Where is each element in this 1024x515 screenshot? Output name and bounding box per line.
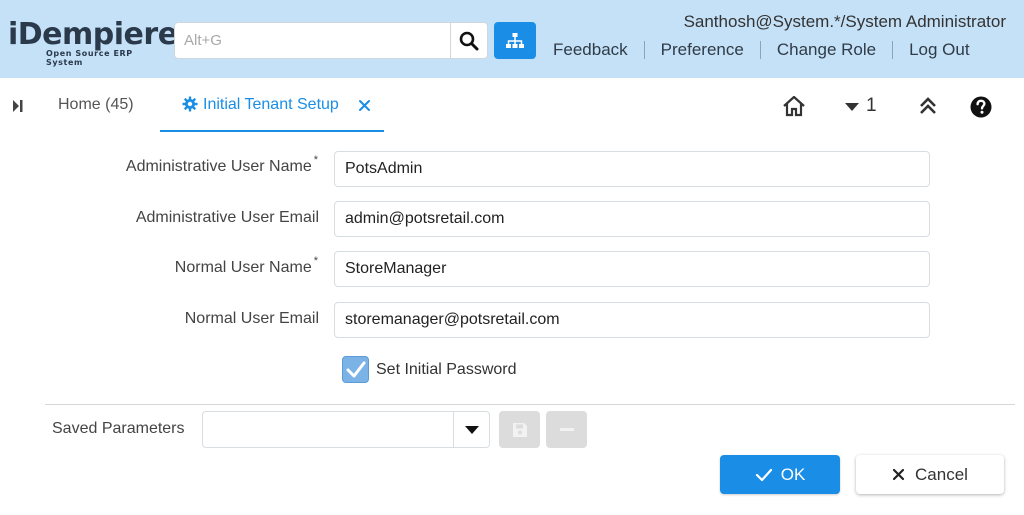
- check-icon: [755, 468, 772, 481]
- caret-down-icon[interactable]: [845, 103, 859, 112]
- link-divider: [759, 41, 761, 59]
- idempiere-logo[interactable]: iDempiere Open Source ERP System: [8, 17, 178, 68]
- close-icon: [892, 468, 905, 481]
- minus-icon: [559, 427, 574, 431]
- normal-user-email-label: Normal User Email: [184, 310, 319, 327]
- admin-user-email-label: Administrative User Email: [135, 209, 319, 226]
- search-icon: [459, 31, 479, 50]
- search-button[interactable]: [450, 23, 487, 58]
- required-marker: *: [313, 154, 318, 166]
- global-search-input[interactable]: [175, 23, 451, 58]
- double-chevron-up-icon[interactable]: [918, 96, 938, 116]
- save-parameters-button[interactable]: [499, 411, 540, 448]
- set-initial-password-label[interactable]: Set Initial Password: [376, 361, 517, 379]
- cancel-button[interactable]: Cancel: [856, 455, 1004, 494]
- app-header: iDempiere Open Source ERP System Santhos…: [0, 0, 1024, 78]
- change-role-link[interactable]: Change Role: [769, 40, 884, 60]
- feedback-link[interactable]: Feedback: [545, 40, 636, 60]
- floppy-disk-icon: [512, 422, 527, 437]
- gear-icon: [182, 96, 198, 112]
- admin-user-email-field[interactable]: admin@potsretail.com: [334, 201, 930, 237]
- logo-text: iDempiere: [8, 17, 178, 52]
- link-divider: [892, 41, 894, 59]
- window-count[interactable]: 1: [866, 95, 877, 117]
- checkmark-icon: [346, 361, 365, 377]
- saved-parameters-label: Saved Parameters: [52, 420, 185, 437]
- link-divider: [643, 41, 645, 59]
- delete-parameters-button[interactable]: [546, 411, 587, 448]
- tab-home[interactable]: Home (45): [58, 96, 134, 114]
- tab-initial-tenant-setup[interactable]: Initial Tenant Setup: [160, 90, 384, 132]
- combobox-dropdown-button[interactable]: [453, 412, 489, 447]
- header-links: Feedback Preference Change Role Log Out: [545, 38, 978, 62]
- close-tab-icon[interactable]: [358, 99, 371, 112]
- normal-user-name-field[interactable]: StoreManager: [334, 251, 930, 287]
- saved-parameters-combobox[interactable]: [202, 411, 490, 448]
- ok-label: OK: [780, 464, 806, 484]
- normal-user-name-label: Normal User Name *: [174, 255, 318, 276]
- ok-button[interactable]: OK: [720, 455, 840, 494]
- caret-down-icon: [464, 425, 479, 434]
- preference-link[interactable]: Preference: [653, 40, 752, 60]
- cancel-label: Cancel: [915, 464, 968, 484]
- sitemap-icon: [506, 32, 524, 48]
- set-initial-password-checkbox[interactable]: [342, 356, 369, 383]
- section-divider: [45, 404, 1015, 405]
- required-marker: *: [313, 255, 318, 267]
- menu-tree-button[interactable]: [494, 22, 536, 59]
- home-icon[interactable]: [782, 95, 806, 117]
- help-icon[interactable]: [970, 96, 992, 118]
- admin-user-name-label: Administrative User Name *: [125, 154, 318, 175]
- normal-user-email-field[interactable]: storemanager@potsretail.com: [334, 302, 930, 338]
- tab-label: Initial Tenant Setup: [203, 96, 339, 113]
- expand-sidebar-icon[interactable]: [12, 98, 24, 114]
- user-context[interactable]: Santhosh@System.*/System Administrator: [684, 12, 1006, 32]
- admin-user-name-field[interactable]: PotsAdmin: [334, 151, 930, 187]
- global-search: [174, 22, 488, 59]
- log-out-link[interactable]: Log Out: [901, 40, 978, 60]
